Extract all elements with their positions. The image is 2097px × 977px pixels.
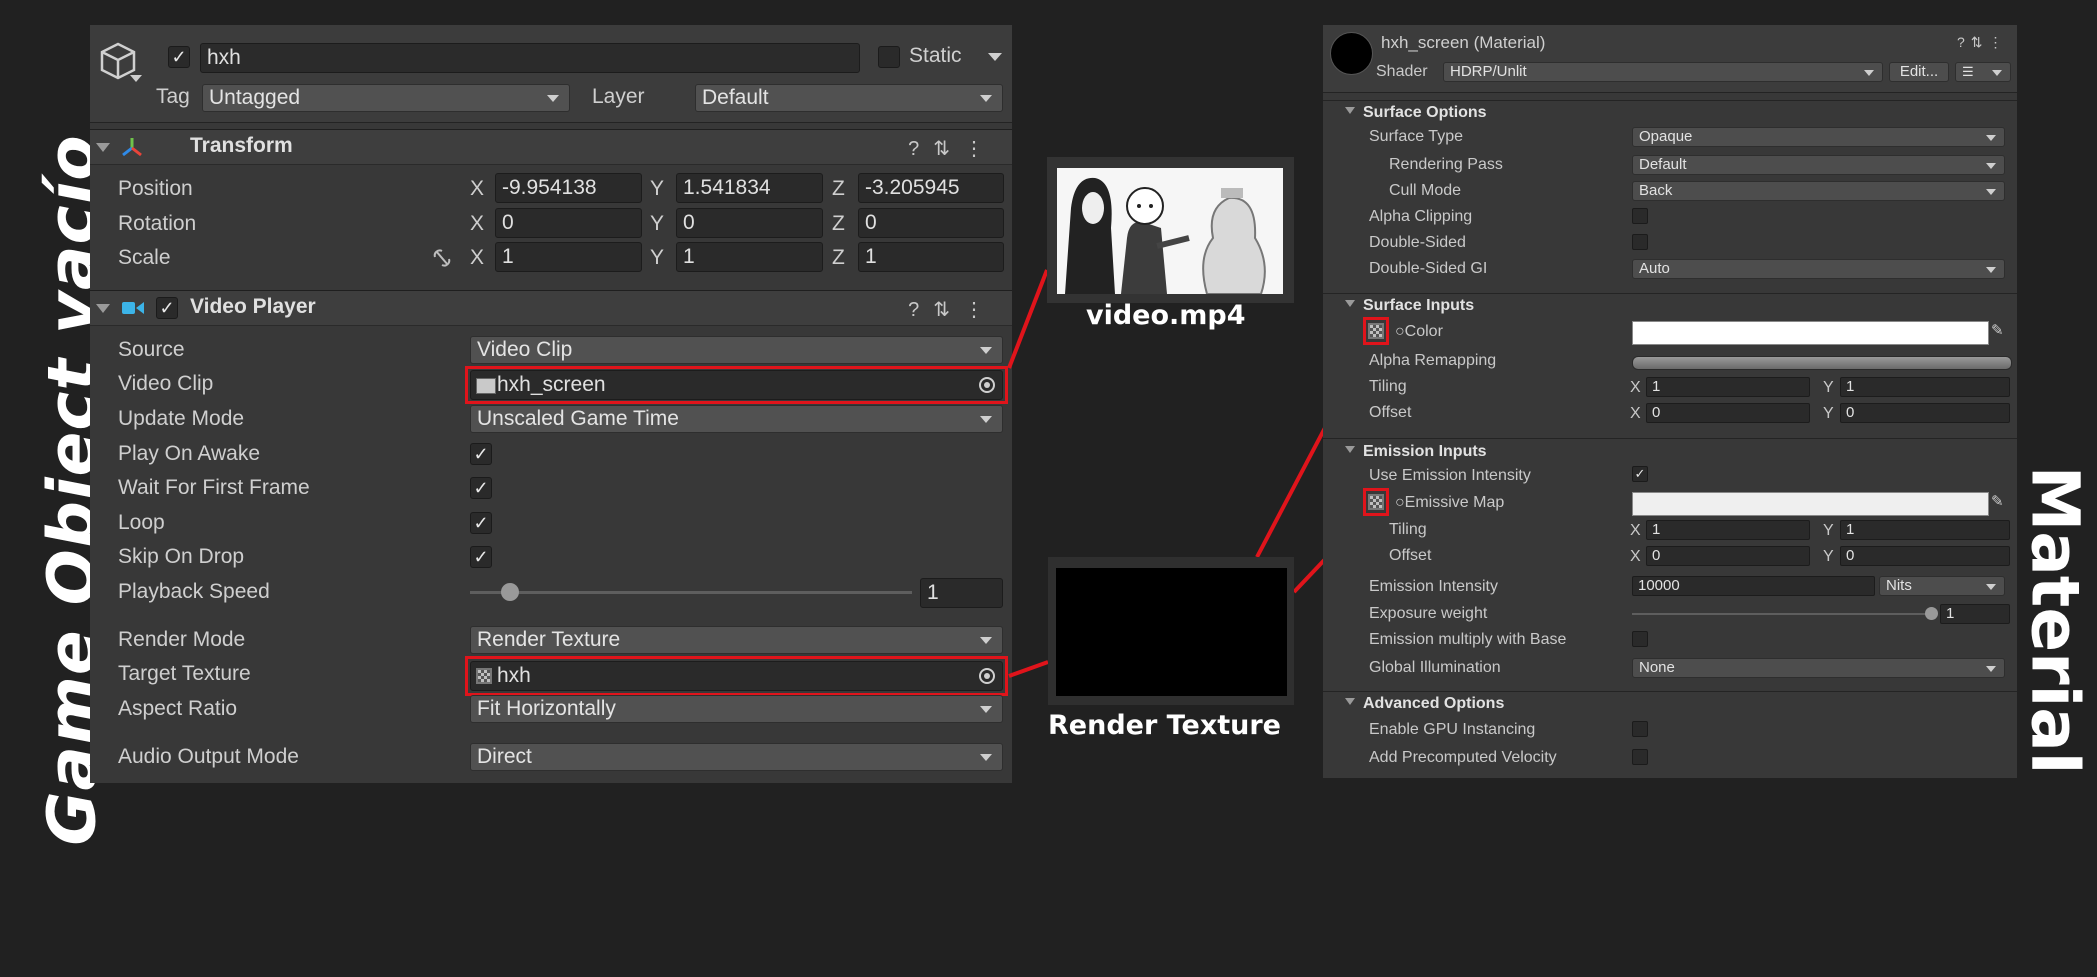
offset-label: Offset	[1369, 404, 1412, 421]
alpha-remapping-slider[interactable]	[1632, 356, 2012, 370]
foldout-icon[interactable]	[1345, 446, 1355, 453]
x-label: X	[1630, 522, 1641, 539]
eyedropper-icon[interactable]: ✎	[1991, 321, 2011, 341]
highlight-box	[1363, 488, 1389, 516]
exposure-weight-slider-handle[interactable]	[1925, 607, 1938, 620]
double-sided-label: Double-Sided	[1369, 234, 1466, 251]
global-illumination-value: None	[1639, 659, 1675, 676]
x-label: X	[1630, 548, 1641, 565]
color-label: ○Color	[1395, 323, 1443, 340]
shader-dropdown[interactable]: HDRP/Unlit	[1443, 62, 1883, 82]
intensity-unit-dropdown[interactable]: Nits	[1879, 576, 2005, 596]
tiling-x-field[interactable]: 1	[1646, 377, 1810, 397]
double-sided-gi-dropdown[interactable]: Auto	[1632, 259, 2005, 279]
cull-mode-value: Back	[1639, 182, 1673, 199]
foldout-icon[interactable]	[1345, 698, 1355, 705]
intensity-unit-value: Nits	[1886, 577, 1912, 594]
shader-value: HDRP/Unlit	[1450, 63, 1527, 80]
use-emission-intensity-checkbox[interactable]: ✓	[1632, 466, 1648, 482]
material-title: hxh_screen (Material)	[1381, 33, 1546, 52]
emission-multiply-checkbox[interactable]	[1632, 631, 1648, 647]
emission-inputs-title: Emission Inputs	[1363, 443, 1487, 460]
shader-options-button[interactable]: ☰	[1955, 62, 2011, 82]
surface-type-label: Surface Type	[1369, 128, 1463, 145]
render-texture-preview	[1056, 568, 1287, 696]
precomputed-velocity-label: Add Precomputed Velocity	[1369, 749, 1557, 766]
emissive-map-label-text: Emissive Map	[1404, 494, 1505, 511]
emission-inputs-divider	[1323, 438, 2017, 439]
surface-inputs-divider	[1323, 293, 2017, 294]
emission-offset-y-field[interactable]: 0	[1840, 546, 2010, 566]
alpha-clipping-label: Alpha Clipping	[1369, 208, 1473, 225]
emission-intensity-field[interactable]: 10000	[1632, 576, 1875, 596]
rendering-pass-value: Default	[1639, 156, 1687, 173]
emission-tiling-x-field[interactable]: 1	[1646, 520, 1810, 540]
material-preview-sphere	[1330, 32, 1373, 75]
cartoon-characters-image	[1057, 168, 1283, 294]
eyedropper-icon[interactable]: ✎	[1991, 492, 2011, 512]
highlight-box	[1363, 317, 1389, 345]
global-illumination-label: Global Illumination	[1369, 659, 1501, 676]
surface-options-title: Surface Options	[1363, 104, 1487, 121]
y-label: Y	[1823, 548, 1834, 565]
double-sided-gi-label: Double-Sided GI	[1369, 260, 1488, 277]
material-menu-icons[interactable]: ?⇅⋮	[1957, 34, 2009, 51]
emission-tiling-label: Tiling	[1389, 521, 1427, 538]
video-caption: video.mp4	[1086, 300, 1246, 331]
material-inspector: hxh_screen (Material) ?⇅⋮ Shader HDRP/Un…	[1323, 25, 2017, 778]
global-illumination-dropdown[interactable]: None	[1632, 658, 2005, 678]
render-texture-caption: Render Texture	[1048, 710, 1281, 741]
exposure-weight-track[interactable]	[1632, 613, 1932, 615]
double-sided-checkbox[interactable]	[1632, 234, 1648, 250]
y-label: Y	[1823, 405, 1834, 422]
y-label: Y	[1823, 379, 1834, 396]
exposure-weight-field[interactable]: 1	[1940, 604, 2010, 624]
x-label: X	[1630, 379, 1641, 396]
surface-type-value: Opaque	[1639, 128, 1693, 145]
offset-y-field[interactable]: 0	[1840, 403, 2010, 423]
connector-line	[1008, 660, 1049, 678]
surface-options-divider	[1323, 100, 2017, 101]
surface-type-dropdown[interactable]: Opaque	[1632, 127, 2005, 147]
double-sided-gi-value: Auto	[1639, 260, 1670, 277]
tiling-label: Tiling	[1369, 378, 1407, 395]
edit-shader-button[interactable]: Edit...	[1889, 62, 1949, 82]
emissive-map-label: ○Emissive Map	[1395, 494, 1505, 511]
emission-multiply-label: Emission multiply with Base	[1369, 631, 1567, 648]
cull-mode-dropdown[interactable]: Back	[1632, 181, 2005, 201]
alpha-clipping-checkbox[interactable]	[1632, 208, 1648, 224]
tiling-y-field[interactable]: 1	[1840, 377, 2010, 397]
cull-mode-label: Cull Mode	[1389, 182, 1462, 199]
foldout-icon[interactable]	[1345, 107, 1355, 114]
material-header: hxh_screen (Material) ?⇅⋮ Shader HDRP/Un…	[1323, 25, 2017, 93]
precomputed-velocity-checkbox[interactable]	[1632, 749, 1648, 765]
emission-intensity-label: Emission Intensity	[1369, 578, 1498, 595]
gpu-instancing-label: Enable GPU Instancing	[1369, 721, 1536, 738]
emission-tiling-y-field[interactable]: 1	[1840, 520, 2010, 540]
emissive-color-swatch[interactable]	[1632, 492, 1989, 516]
connector-line	[1007, 269, 1049, 369]
gpu-instancing-checkbox[interactable]	[1632, 721, 1648, 737]
advanced-options-title: Advanced Options	[1363, 695, 1505, 712]
y-label: Y	[1823, 522, 1834, 539]
video-thumbnail	[1057, 168, 1283, 294]
surface-inputs-title: Surface Inputs	[1363, 297, 1475, 314]
exposure-weight-label: Exposure weight	[1369, 605, 1488, 622]
emission-offset-x-field[interactable]: 0	[1646, 546, 1810, 566]
advanced-options-divider	[1323, 691, 2017, 692]
shader-label: Shader	[1376, 63, 1428, 80]
list-icon: ☰	[1962, 64, 1974, 79]
alpha-remapping-label: Alpha Remapping	[1369, 352, 1497, 369]
foldout-icon[interactable]	[1345, 300, 1355, 307]
x-label: X	[1630, 405, 1641, 422]
emission-offset-label: Offset	[1389, 547, 1432, 564]
rendering-pass-label: Rendering Pass	[1389, 156, 1503, 173]
offset-x-field[interactable]: 0	[1646, 403, 1810, 423]
use-emission-intensity-label: Use Emission Intensity	[1369, 467, 1531, 484]
color-swatch[interactable]	[1632, 321, 1989, 345]
rendering-pass-dropdown[interactable]: Default	[1632, 155, 2005, 175]
color-label-text: Color	[1404, 323, 1443, 340]
